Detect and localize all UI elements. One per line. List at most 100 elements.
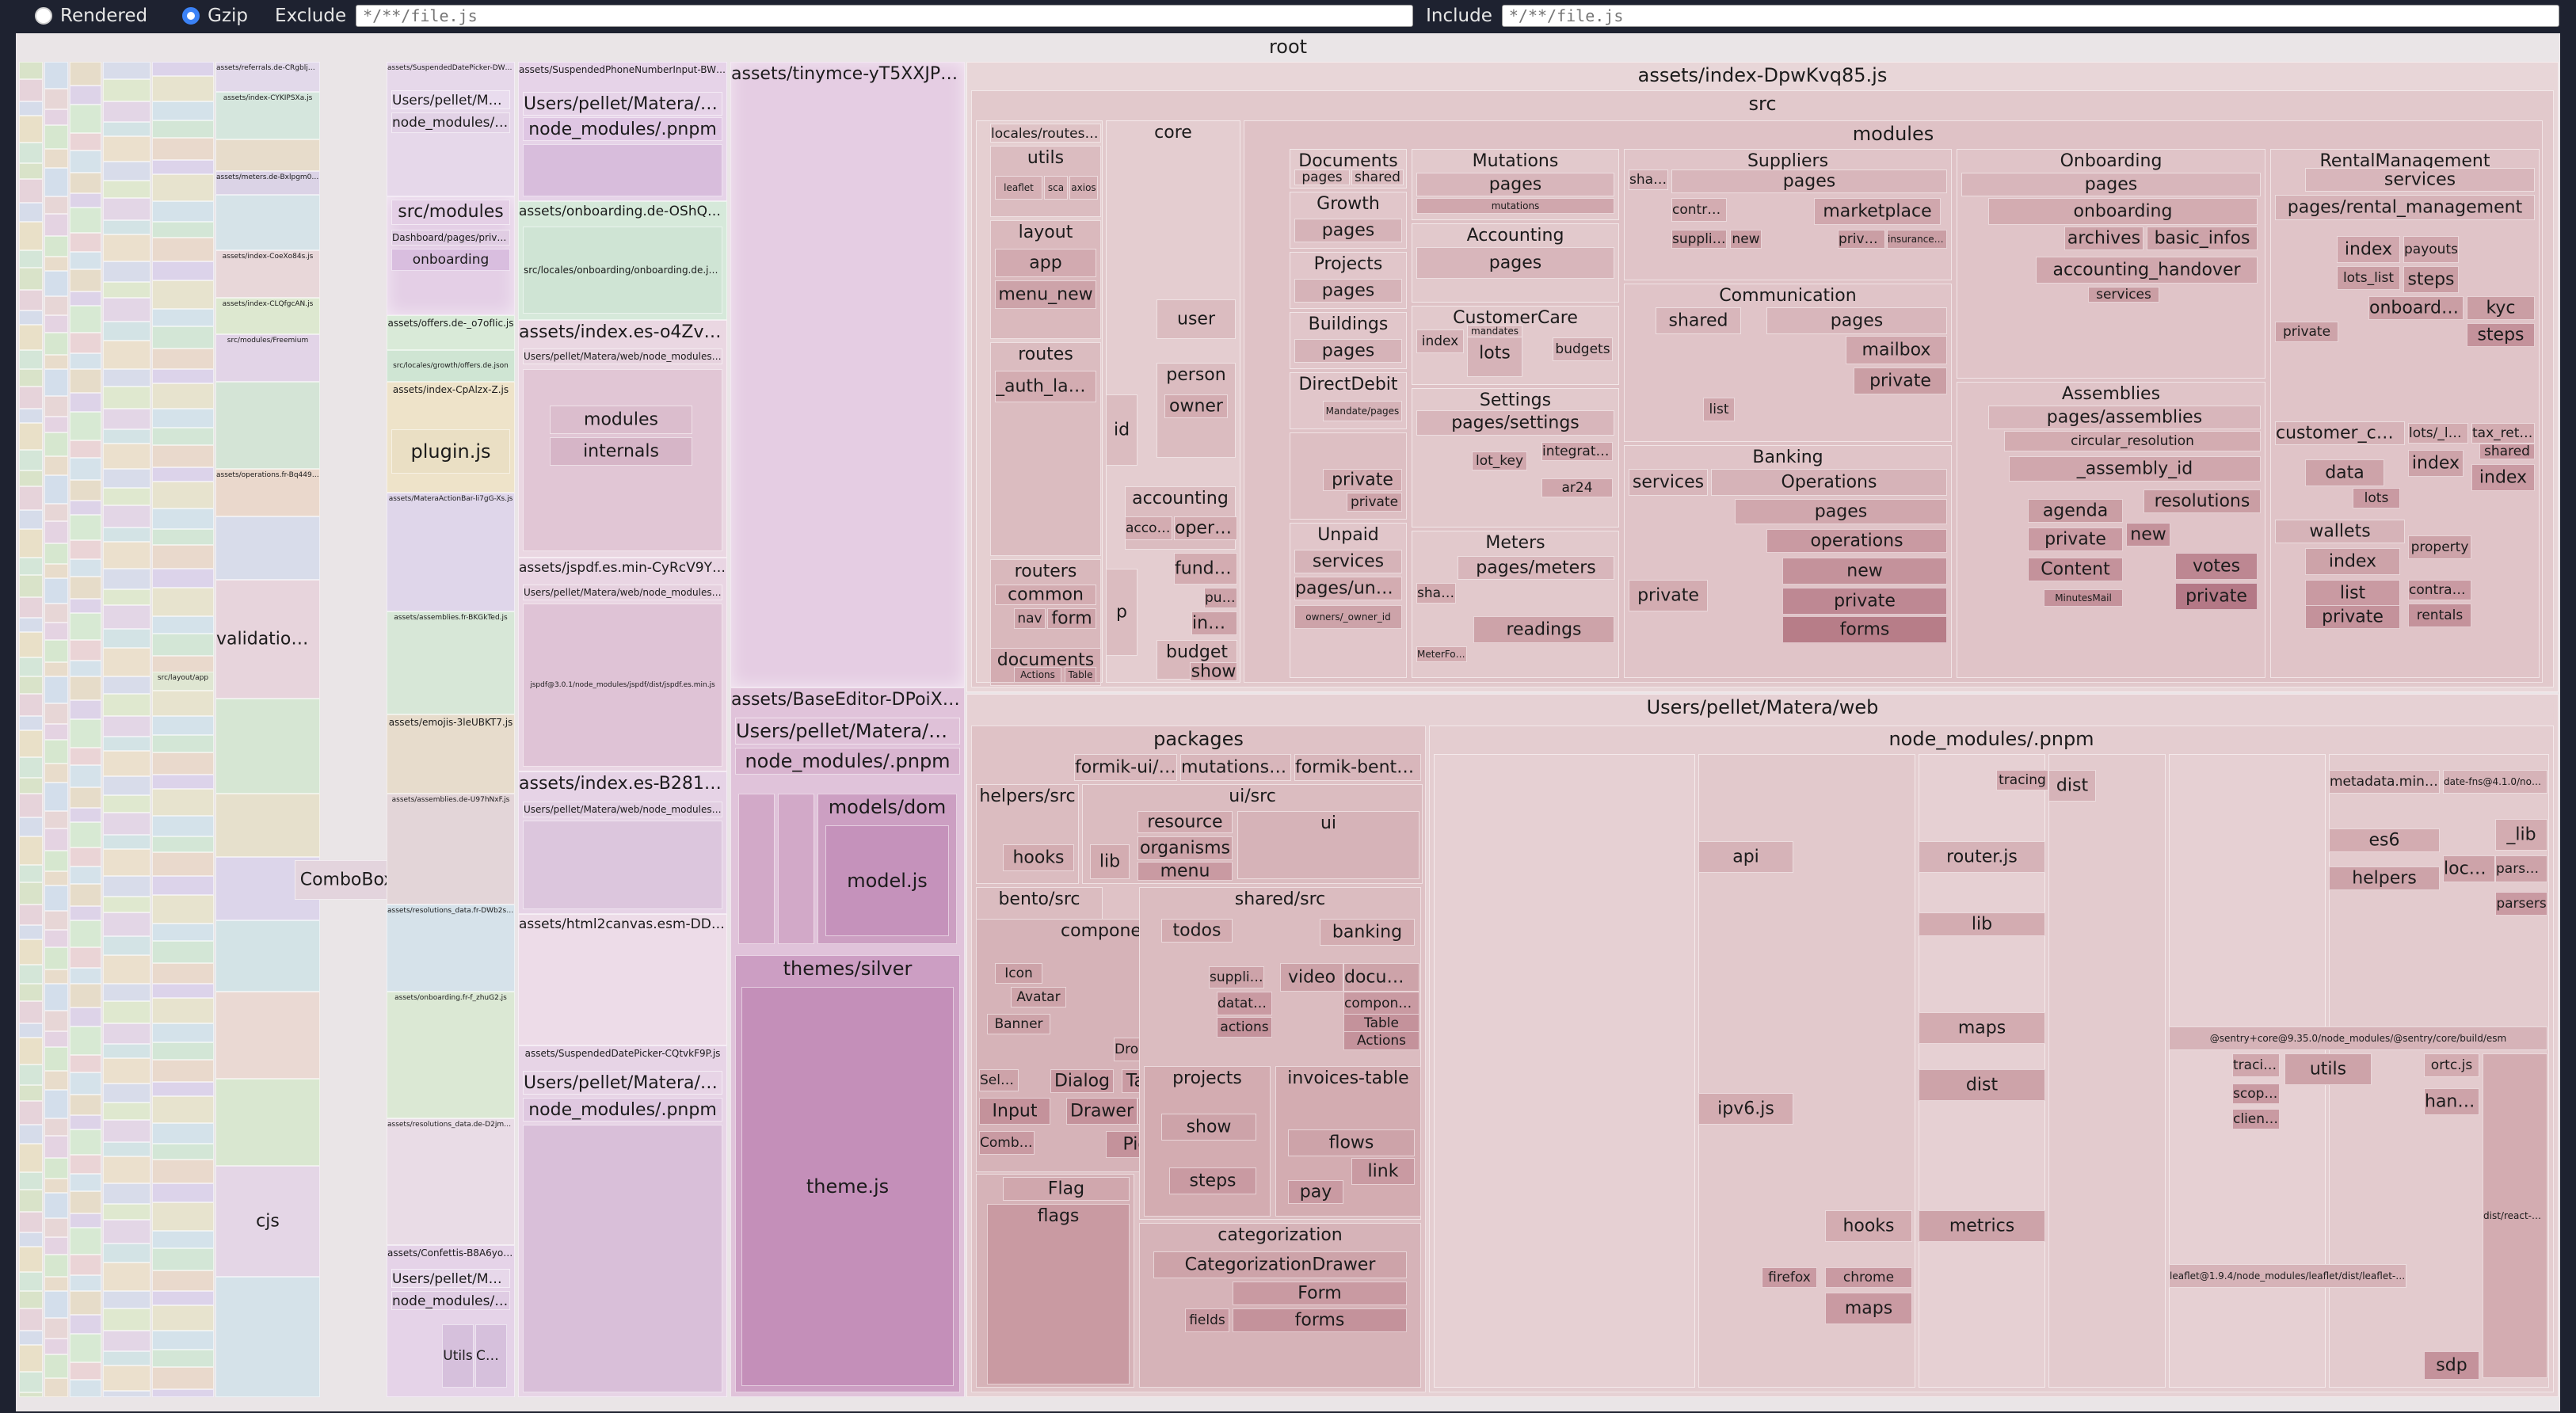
chunk-file[interactable] [44,1118,68,1136]
module[interactable]: resolutions [2143,489,2261,513]
chunk-file[interactable] [70,1007,101,1026]
chunk-file[interactable] [152,588,214,616]
chunk-file[interactable] [19,905,43,925]
module[interactable]: new [2126,523,2170,547]
chunk-file[interactable] [70,333,101,353]
module[interactable]: agenda [2028,499,2123,523]
module[interactable]: pages [1671,169,1947,193]
chunk-file[interactable] [103,849,151,876]
module[interactable]: shared [1656,307,1741,334]
chunk-file[interactable] [19,817,43,836]
module[interactable]: private [2305,605,2400,629]
module[interactable]: private [1323,469,1402,491]
chunk-file[interactable] [152,529,214,545]
module[interactable]: services [2088,287,2159,303]
chunk-file[interactable]: assets/offers.de-_o7ofIic.js [387,315,515,350]
chunk-file[interactable] [103,629,151,648]
package[interactable]: lib [1090,844,1130,879]
chunk-label[interactable]: modules [550,406,692,434]
module[interactable]: pages [1294,169,1350,185]
chunk-file[interactable] [215,920,320,992]
chunk-file[interactable] [44,109,68,125]
chunk-file[interactable] [103,1365,151,1391]
chunk-label[interactable]: node_modules/.pnpm [735,748,960,775]
package[interactable]: dist [1919,1069,2045,1101]
chunk-file[interactable] [70,480,101,501]
chunk-file[interactable] [44,871,68,886]
package[interactable]: hooks [1003,844,1074,871]
folder[interactable]: sca [1044,176,1068,200]
chunk-file[interactable] [103,322,151,341]
package[interactable]: hooks [1825,1210,1912,1242]
chunk-file[interactable] [44,1031,68,1047]
chunk-file[interactable] [19,1331,43,1345]
module[interactable]: pages/unpaid [1294,577,1402,600]
module[interactable]: readings [1473,616,1614,643]
chunk-label[interactable] [523,821,722,909]
chunk-file[interactable] [19,575,43,597]
chunk-file[interactable] [70,133,101,150]
chunk-file[interactable] [44,1255,68,1277]
module[interactable]: shared [2479,444,2535,459]
module[interactable]: private [1347,493,1402,512]
package[interactable]: fields [1185,1308,1229,1332]
chunk-file[interactable] [152,735,214,752]
chunk-file[interactable] [44,236,68,257]
package[interactable]: CategorizationDrawer [1153,1251,1407,1278]
chunk-file[interactable] [70,306,101,333]
chunk-file[interactable] [70,86,101,105]
chunk-file[interactable] [70,1072,101,1095]
chunk-file[interactable] [19,409,43,423]
module[interactable]: mutations [1416,198,1614,214]
chunk-file[interactable] [103,984,151,1001]
package[interactable]: ipv6.js [1698,1093,1793,1125]
chunk-file[interactable] [44,1158,68,1179]
package[interactable]: suppliers [1209,966,1264,988]
chunk-file[interactable] [44,1237,68,1255]
chunk-file[interactable] [19,1101,43,1125]
module[interactable]: services [1294,550,1402,573]
chunk-file[interactable] [44,1339,68,1354]
chunk-file[interactable] [19,486,43,510]
chunk-file[interactable] [103,876,151,897]
module[interactable]: pages [1294,339,1402,363]
chunk-file[interactable]: assets/emojis-3leUBKT7.js [387,714,515,794]
chunk-file[interactable] [70,719,101,748]
include-input[interactable] [1501,5,2559,27]
chunk-file[interactable] [19,1372,43,1392]
package[interactable]: Drawer [1066,1098,1137,1125]
chunk-file[interactable] [103,1023,151,1044]
chunk-file[interactable] [215,1277,320,1397]
module[interactable]: pages/meters [1458,556,1614,580]
chunk-file[interactable] [70,822,101,847]
chunk-file[interactable] [152,508,214,529]
chunk-file[interactable] [44,1277,68,1291]
module[interactable]: pages [1416,247,1614,279]
chunk-file[interactable] [19,470,43,486]
chunk-file[interactable]: src/modules/Freemium [215,334,320,382]
chunk-file[interactable] [70,501,101,515]
chunk-file[interactable] [70,599,101,613]
chunk-file[interactable] [103,101,151,122]
package[interactable]: handlers [2424,1088,2479,1115]
package[interactable]: @sentry+core@9.35.0/node_modules/@sentry… [2169,1026,2547,1050]
chunk-file[interactable] [215,382,320,469]
folder[interactable]: operation [1174,516,1237,540]
chunk-file[interactable] [103,488,151,505]
chunk-file[interactable] [19,1232,43,1247]
package[interactable] [2048,754,2166,1388]
package[interactable]: parse/_lib [2495,855,2547,882]
chunk-file[interactable] [44,355,68,369]
chunk-file[interactable] [19,250,43,268]
chunk-file[interactable] [152,383,214,409]
chunk-file[interactable]: src/locales/growth/offers.de.json [387,350,515,382]
module[interactable]: pages/settings [1416,410,1614,436]
module[interactable]: shared [1629,169,1668,190]
chunk-label[interactable]: node_modules/.pnpm [391,112,510,133]
package[interactable]: show [1161,1114,1256,1141]
chunk-file[interactable] [19,1125,43,1144]
package[interactable]: scope.js [2232,1084,2280,1104]
module[interactable]: pages/assemblies [1988,406,2261,429]
chunk-file[interactable] [152,1331,214,1350]
module[interactable]: index [2305,548,2400,575]
